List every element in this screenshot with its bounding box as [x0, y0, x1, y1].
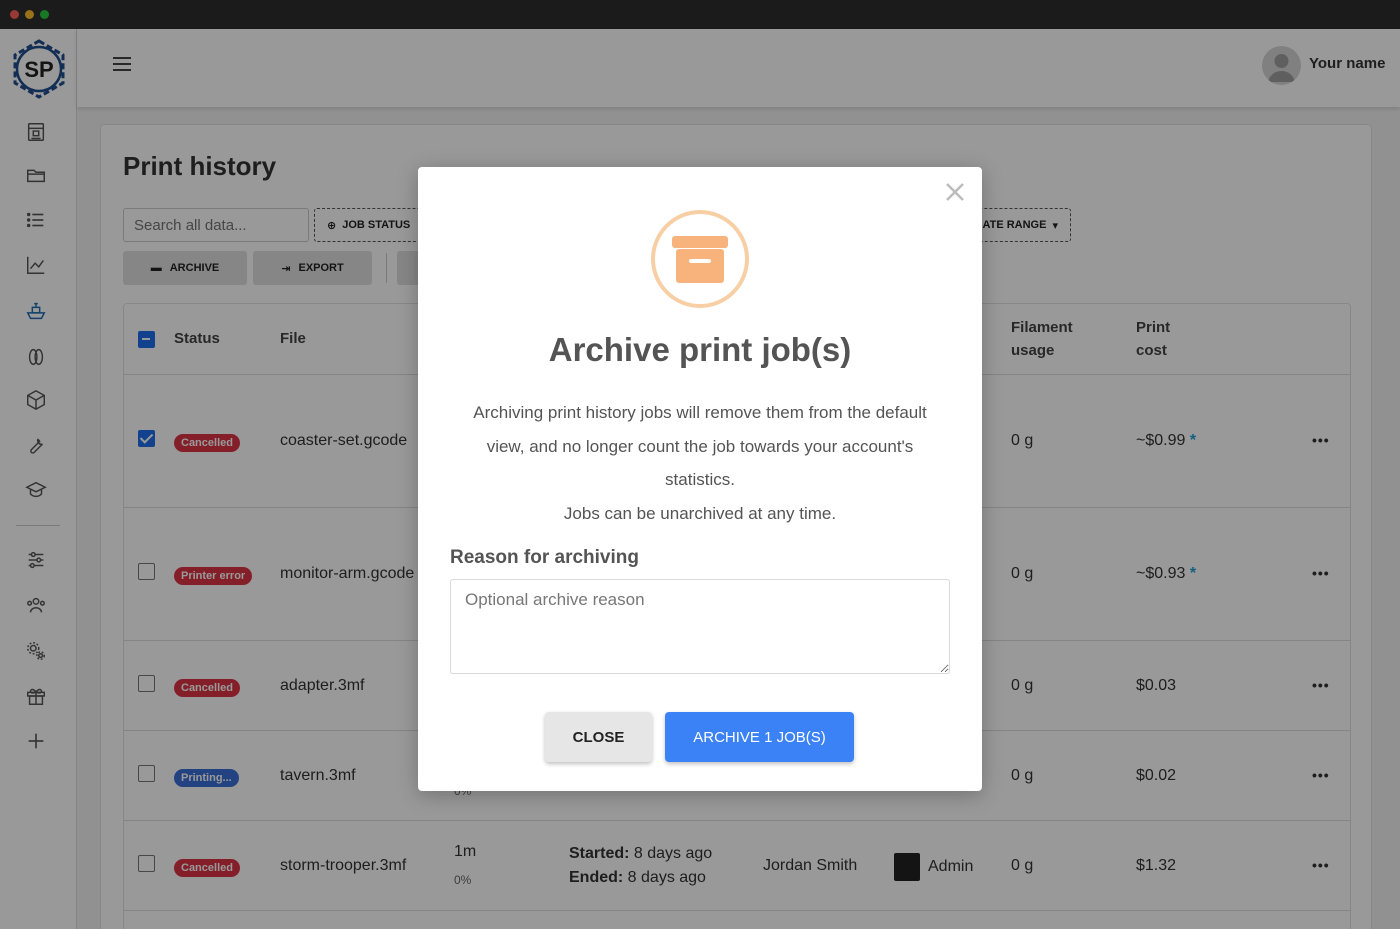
- reason-label: Reason for archiving: [450, 547, 639, 568]
- reason-textarea[interactable]: [450, 579, 950, 674]
- archive-jobs-button[interactable]: ARCHIVE 1 JOB(S): [665, 712, 854, 762]
- archive-dialog: Archive print job(s) Archiving print his…: [418, 167, 982, 791]
- close-button[interactable]: CLOSE: [545, 712, 652, 762]
- archive-box-icon: [651, 210, 749, 308]
- dialog-description: Archiving print history jobs will remove…: [473, 403, 927, 523]
- dialog-title: Archive print job(s): [548, 331, 852, 368]
- close-icon[interactable]: [944, 181, 966, 203]
